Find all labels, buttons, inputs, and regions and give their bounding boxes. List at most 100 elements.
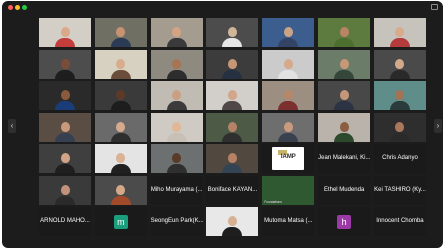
participant-name: Kei TASHIRO (Ky... — [374, 186, 426, 193]
participant-video-tile[interactable] — [206, 18, 259, 47]
participant-video-tile[interactable] — [373, 49, 426, 79]
participant-video-tile[interactable] — [262, 18, 315, 47]
participant-tile[interactable]: h — [318, 207, 371, 237]
close-window-button[interactable] — [8, 5, 13, 10]
participant-video-tile[interactable] — [94, 112, 147, 142]
person-silhouette — [278, 121, 299, 142]
participant-video-tile[interactable] — [39, 18, 91, 47]
person-body — [278, 38, 299, 47]
logo-image: IAMP — [272, 147, 305, 171]
participant-tile[interactable]: Innocent Chomba — [373, 207, 426, 237]
participant-video-tile[interactable]: Foundations — [262, 175, 315, 205]
person-silhouette — [222, 90, 243, 111]
participant-video-tile[interactable] — [94, 144, 147, 174]
maximize-window-button[interactable] — [22, 5, 27, 10]
participant-video-tile[interactable] — [206, 144, 259, 174]
person-body — [55, 195, 75, 205]
participant-tile[interactable]: Ethel Mudenda — [318, 175, 371, 205]
view-toggle-icon[interactable] — [431, 4, 438, 10]
person-silhouette — [110, 27, 131, 47]
person-silhouette — [166, 153, 187, 174]
participant-video-tile[interactable] — [318, 112, 371, 142]
person-silhouette — [110, 58, 131, 79]
person-body — [166, 38, 187, 47]
participant-tile[interactable]: ARNOLD MAHO... — [39, 207, 91, 237]
participant-video-tile[interactable] — [206, 49, 259, 79]
participant-video-tile[interactable] — [206, 81, 259, 111]
participant-video-tile[interactable] — [150, 81, 203, 111]
participant-video-tile[interactable] — [150, 112, 203, 142]
participant-video-tile[interactable] — [94, 18, 147, 47]
participant-tile[interactable]: SeongEun Park(K... — [150, 207, 203, 237]
person-silhouette — [389, 121, 410, 142]
person-head — [172, 58, 182, 69]
participant-tile[interactable]: Miho Murayama (... — [150, 175, 203, 205]
title-bar — [2, 1, 443, 13]
participant-video-tile[interactable] — [206, 112, 259, 142]
participant-video-tile[interactable] — [318, 49, 371, 79]
participant-video-tile[interactable] — [206, 207, 259, 237]
participant-video-tile[interactable] — [373, 112, 426, 142]
participant-video-tile[interactable] — [150, 18, 203, 47]
person-head — [227, 216, 237, 227]
participant-tile[interactable]: Kei TASHIRO (Ky... — [373, 175, 426, 205]
person-body — [278, 69, 299, 79]
participant-video-tile[interactable] — [39, 112, 91, 142]
participant-video-tile[interactable] — [373, 81, 426, 111]
minimize-window-button[interactable] — [15, 5, 20, 10]
participant-tile[interactable]: Jean Malekani, Ki... — [318, 144, 371, 174]
participant-tile[interactable]: Mutoma Matsa (... — [262, 207, 315, 237]
person-head — [339, 58, 349, 69]
participant-video-tile[interactable] — [94, 175, 147, 205]
participant-video-tile[interactable] — [39, 144, 91, 174]
person-body — [166, 101, 187, 111]
person-head — [395, 27, 405, 37]
person-head — [60, 121, 70, 132]
participant-name: Foundations — [264, 199, 282, 204]
person-body — [222, 38, 243, 47]
participant-video-tile[interactable] — [39, 81, 91, 111]
person-silhouette — [166, 90, 187, 111]
person-body — [334, 101, 355, 111]
person-silhouette — [55, 121, 75, 142]
participant-video-tile[interactable] — [262, 49, 315, 79]
participant-video-tile[interactable] — [373, 18, 426, 47]
participant-name: Mutoma Matsa (... — [264, 218, 313, 225]
person-body — [110, 195, 131, 205]
person-head — [116, 121, 126, 132]
person-body — [334, 69, 355, 79]
participant-video-tile[interactable] — [318, 81, 371, 111]
person-body — [166, 69, 187, 79]
person-head — [60, 90, 70, 101]
person-head — [60, 58, 70, 69]
person-body — [334, 38, 355, 47]
participant-video-tile[interactable] — [150, 49, 203, 79]
person-silhouette — [222, 58, 243, 79]
participant-tile[interactable]: Chris Adanyo — [373, 144, 426, 174]
chevron-right-icon[interactable]: › — [434, 119, 442, 133]
participant-name: ARNOLD MAHO... — [40, 218, 90, 225]
participant-video-tile[interactable] — [39, 175, 91, 205]
chevron-left-icon[interactable]: ‹ — [8, 119, 16, 133]
person-head — [339, 27, 349, 37]
participant-tile[interactable]: IAMP — [262, 144, 315, 174]
person-body — [55, 101, 75, 111]
person-body — [389, 101, 410, 111]
person-body — [278, 132, 299, 142]
participant-video-tile[interactable] — [318, 18, 371, 47]
participant-video-tile[interactable] — [262, 112, 315, 142]
person-body — [389, 132, 410, 142]
participant-video-tile[interactable] — [94, 81, 147, 111]
participant-tile[interactable]: m — [94, 207, 147, 237]
person-body — [55, 132, 75, 142]
participant-video-tile[interactable] — [39, 49, 91, 79]
person-head — [283, 90, 293, 101]
participant-video-tile[interactable] — [150, 144, 203, 174]
person-silhouette — [55, 184, 75, 205]
person-body — [222, 132, 243, 142]
person-head — [227, 90, 237, 101]
person-head — [395, 90, 405, 101]
participant-video-tile[interactable] — [262, 81, 315, 111]
participant-video-tile[interactable] — [94, 49, 147, 79]
participant-tile[interactable]: Boniface KAYAN... — [206, 175, 259, 205]
